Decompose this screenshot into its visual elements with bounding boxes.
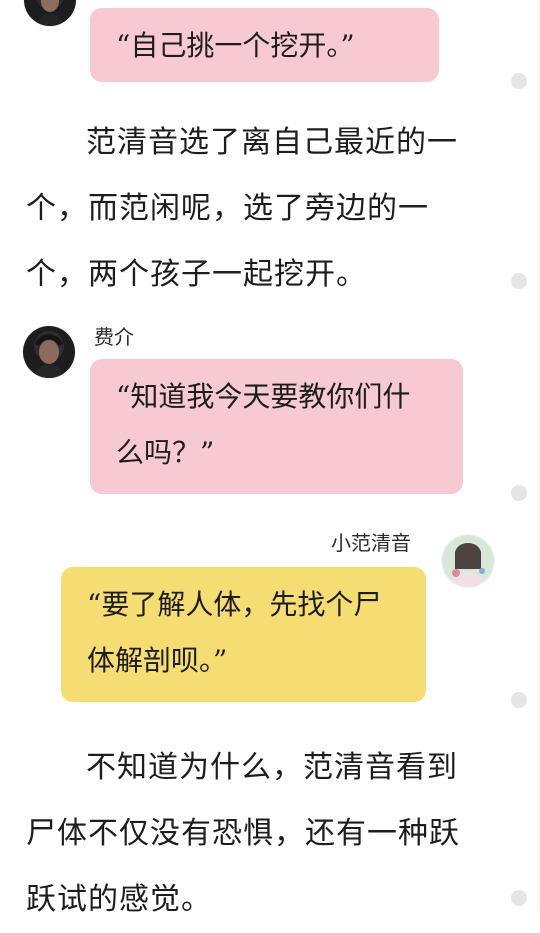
scroll-dot xyxy=(511,890,527,906)
message-bubble-3: “要了解人体，先找个尸体解剖呗。” xyxy=(61,567,426,702)
xiao-fan-qingyin-avatar[interactable] xyxy=(442,535,494,587)
message-bubble-1: “自己挑一个挖开。” xyxy=(90,8,439,82)
fei-jie-avatar[interactable] xyxy=(23,326,75,378)
scroll-dot xyxy=(511,485,527,501)
scroll-dot xyxy=(511,692,527,708)
speaker-name-fei-jie: 费介 xyxy=(94,325,134,349)
story-paragraph-1: 范清音选了离自己最近的一个，而范闲呢，选了旁边的一个，两个孩子一起挖开。 xyxy=(26,125,458,292)
message-bubble-2: “知道我今天要教你们什么吗？” xyxy=(90,359,463,494)
story-paragraph-2: 不知道为什么，范清音看到尸体不仅没有恐惧，还有一种跃跃试的感觉。 xyxy=(26,750,460,917)
scroll-dot xyxy=(511,73,527,89)
fei-jie-avatar-top[interactable] xyxy=(24,0,76,26)
speaker-name-xiao-fan-qingyin: 小范清音 xyxy=(331,531,411,555)
scroll-dot xyxy=(511,273,527,289)
